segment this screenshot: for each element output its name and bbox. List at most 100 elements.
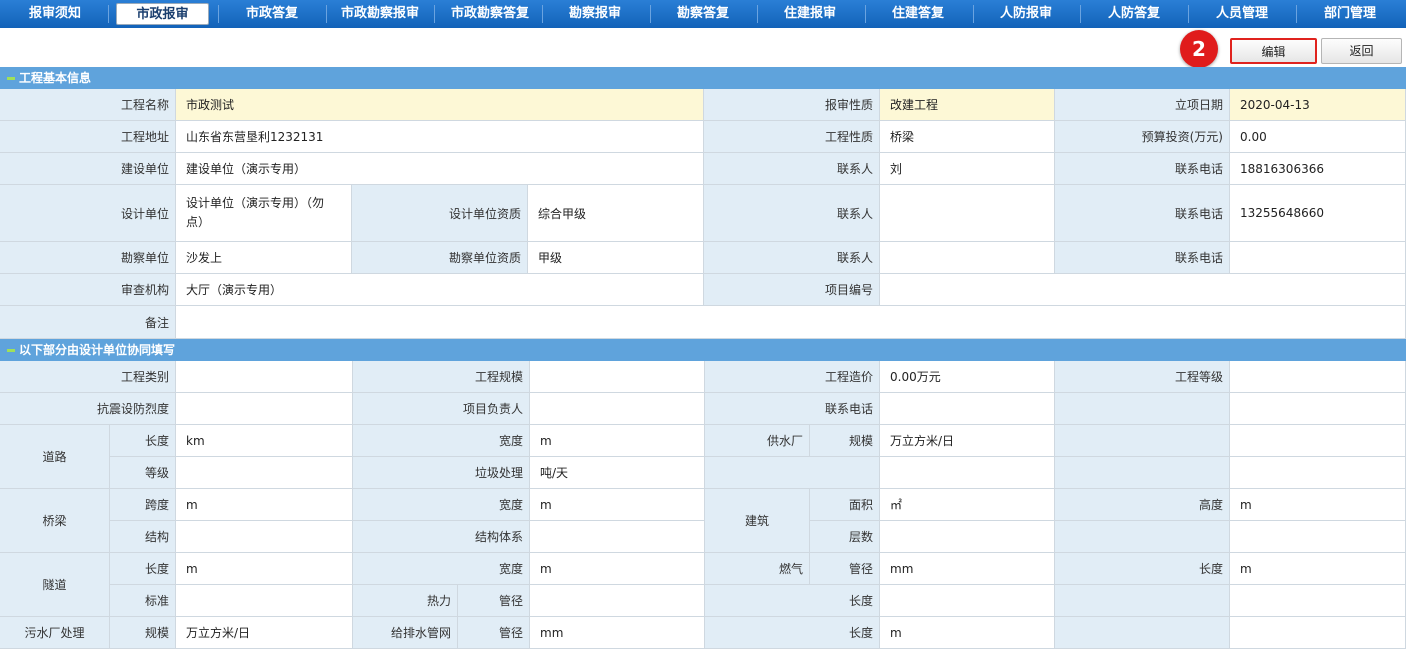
tab-baoshen-xuzhi[interactable]: 报审须知 (10, 3, 100, 25)
designer-phone-value: 13255648660 (1230, 185, 1406, 242)
sewage-scale-value: 万立方米/日 (176, 617, 353, 649)
field-label: 备注 (0, 306, 176, 339)
tab-shizheng-dafu[interactable]: 市政答复 (222, 3, 322, 25)
field-label: 联系电话 (1055, 153, 1230, 185)
tab-shizheng-kancha-baoshen[interactable]: 市政勘察报审 (330, 3, 430, 25)
review-agency-value: 大厅（演示专用） (176, 274, 704, 306)
tab-separator (542, 5, 543, 23)
tab-separator (434, 5, 435, 23)
survey-qualification-value: 甲级 (528, 242, 704, 274)
empty-cell (1055, 521, 1230, 553)
bridge-span-value: m (176, 489, 353, 521)
empty-cell (880, 457, 1055, 489)
tab-bumen-guanli[interactable]: 部门管理 (1300, 3, 1400, 25)
field-label: 工程类别 (0, 361, 176, 393)
empty-cell (1230, 585, 1406, 617)
field-label: 工程造价 (705, 361, 880, 393)
field-label: 联系人 (704, 242, 880, 274)
pipe-diameter-value: mm (530, 617, 705, 649)
designer-value: 设计单位（演示专用）（勿点） (176, 185, 352, 242)
tab-shizheng-baoshen[interactable]: 市政报审 (116, 3, 209, 25)
field-label: 设计单位资质 (352, 185, 528, 242)
empty-cell (1230, 425, 1406, 457)
road-length-value: km (176, 425, 353, 457)
leader-value (530, 393, 705, 425)
group-label-heat: 热力 (353, 585, 458, 617)
tab-zhujian-dafu[interactable]: 住建答复 (868, 3, 968, 25)
tab-separator (650, 5, 651, 23)
tab-renfang-dafu[interactable]: 人防答复 (1084, 3, 1184, 25)
section-header-design-info: 以下部分由设计单位协同填写 (0, 339, 1406, 361)
review-nature-value: 改建工程 (880, 89, 1055, 121)
heat-length-value (880, 585, 1055, 617)
field-label: 规模 (810, 425, 880, 457)
grade-value (1230, 361, 1406, 393)
design-phone-value (880, 393, 1055, 425)
field-label: 联系电话 (705, 393, 880, 425)
field-label: 勘察单位 (0, 242, 176, 274)
field-label: 高度 (1055, 489, 1230, 521)
tab-renyuan-guanli[interactable]: 人员管理 (1192, 3, 1292, 25)
empty-cell (1055, 585, 1230, 617)
empty-cell (1230, 393, 1406, 425)
section-header-basic-info: 工程基本信息 (0, 67, 1406, 89)
field-label: 长度 (1055, 553, 1230, 585)
field-label: 勘察单位资质 (352, 242, 528, 274)
field-label: 项目编号 (704, 274, 880, 306)
building-height-value: m (1230, 489, 1406, 521)
building-area-value: ㎡ (880, 489, 1055, 521)
builder-contact-value: 刘 (880, 153, 1055, 185)
field-label: 工程等级 (1055, 361, 1230, 393)
field-label: 长度 (110, 553, 176, 585)
empty-cell (1230, 457, 1406, 489)
field-label: 工程性质 (704, 121, 880, 153)
group-label-road: 道路 (0, 425, 110, 489)
field-label: 立项日期 (1055, 89, 1230, 121)
tab-zhujian-baoshen[interactable]: 住建报审 (760, 3, 860, 25)
field-label: 宽度 (353, 553, 530, 585)
field-label: 项目负责人 (353, 393, 530, 425)
field-label: 宽度 (353, 489, 530, 521)
category-value (176, 361, 353, 393)
collapse-icon[interactable] (7, 349, 15, 352)
empty-cell (1055, 617, 1230, 649)
empty-cell (1230, 521, 1406, 553)
section-title: 工程基本信息 (19, 71, 92, 85)
designer-contact-value (880, 185, 1055, 242)
field-label: 建设单位 (0, 153, 176, 185)
field-label: 管径 (458, 617, 530, 649)
field-label: 长度 (110, 425, 176, 457)
field-label: 垃圾处理 (353, 457, 530, 489)
top-nav: 报审须知 市政报审 市政答复 市政勘察报审 市政勘察答复 勘察报审 勘察答复 住… (0, 0, 1406, 28)
group-label-water-plant: 供水厂 (705, 425, 810, 457)
field-label: 等级 (110, 457, 176, 489)
field-label: 标准 (110, 585, 176, 617)
field-label: 结构 (110, 521, 176, 553)
tab-kancha-dafu[interactable]: 勘察答复 (653, 3, 753, 25)
tab-separator (973, 5, 974, 23)
group-label-sewage: 污水厂处理 (0, 617, 110, 649)
group-label-bridge: 桥梁 (0, 489, 110, 553)
collapse-icon[interactable] (7, 77, 15, 80)
tab-separator (1296, 5, 1297, 23)
project-address-value: 山东省东营垦利1232131 (176, 121, 704, 153)
field-label: 联系电话 (1055, 185, 1230, 242)
empty-cell (1055, 393, 1230, 425)
bridge-structure-value (176, 521, 353, 553)
back-button[interactable]: 返回 (1321, 38, 1402, 64)
empty-cell (1055, 425, 1230, 457)
tab-shizheng-kancha-dafu[interactable]: 市政勘察答复 (438, 3, 542, 25)
tab-separator (108, 5, 109, 23)
tab-renfang-baoshen[interactable]: 人防报审 (976, 3, 1076, 25)
project-date-value: 2020-04-13 (1230, 89, 1406, 121)
tab-kancha-baoshen[interactable]: 勘察报审 (545, 3, 645, 25)
edit-button[interactable]: 编辑 (1230, 38, 1317, 64)
empty-cell (705, 457, 880, 489)
field-label: 管径 (810, 553, 880, 585)
bridge-width-value: m (530, 489, 705, 521)
empty-cell (1230, 617, 1406, 649)
project-code-value (880, 274, 1406, 306)
tunnel-width-value: m (530, 553, 705, 585)
group-label-pipe: 给排水管网 (353, 617, 458, 649)
field-label: 预算投资(万元) (1055, 121, 1230, 153)
